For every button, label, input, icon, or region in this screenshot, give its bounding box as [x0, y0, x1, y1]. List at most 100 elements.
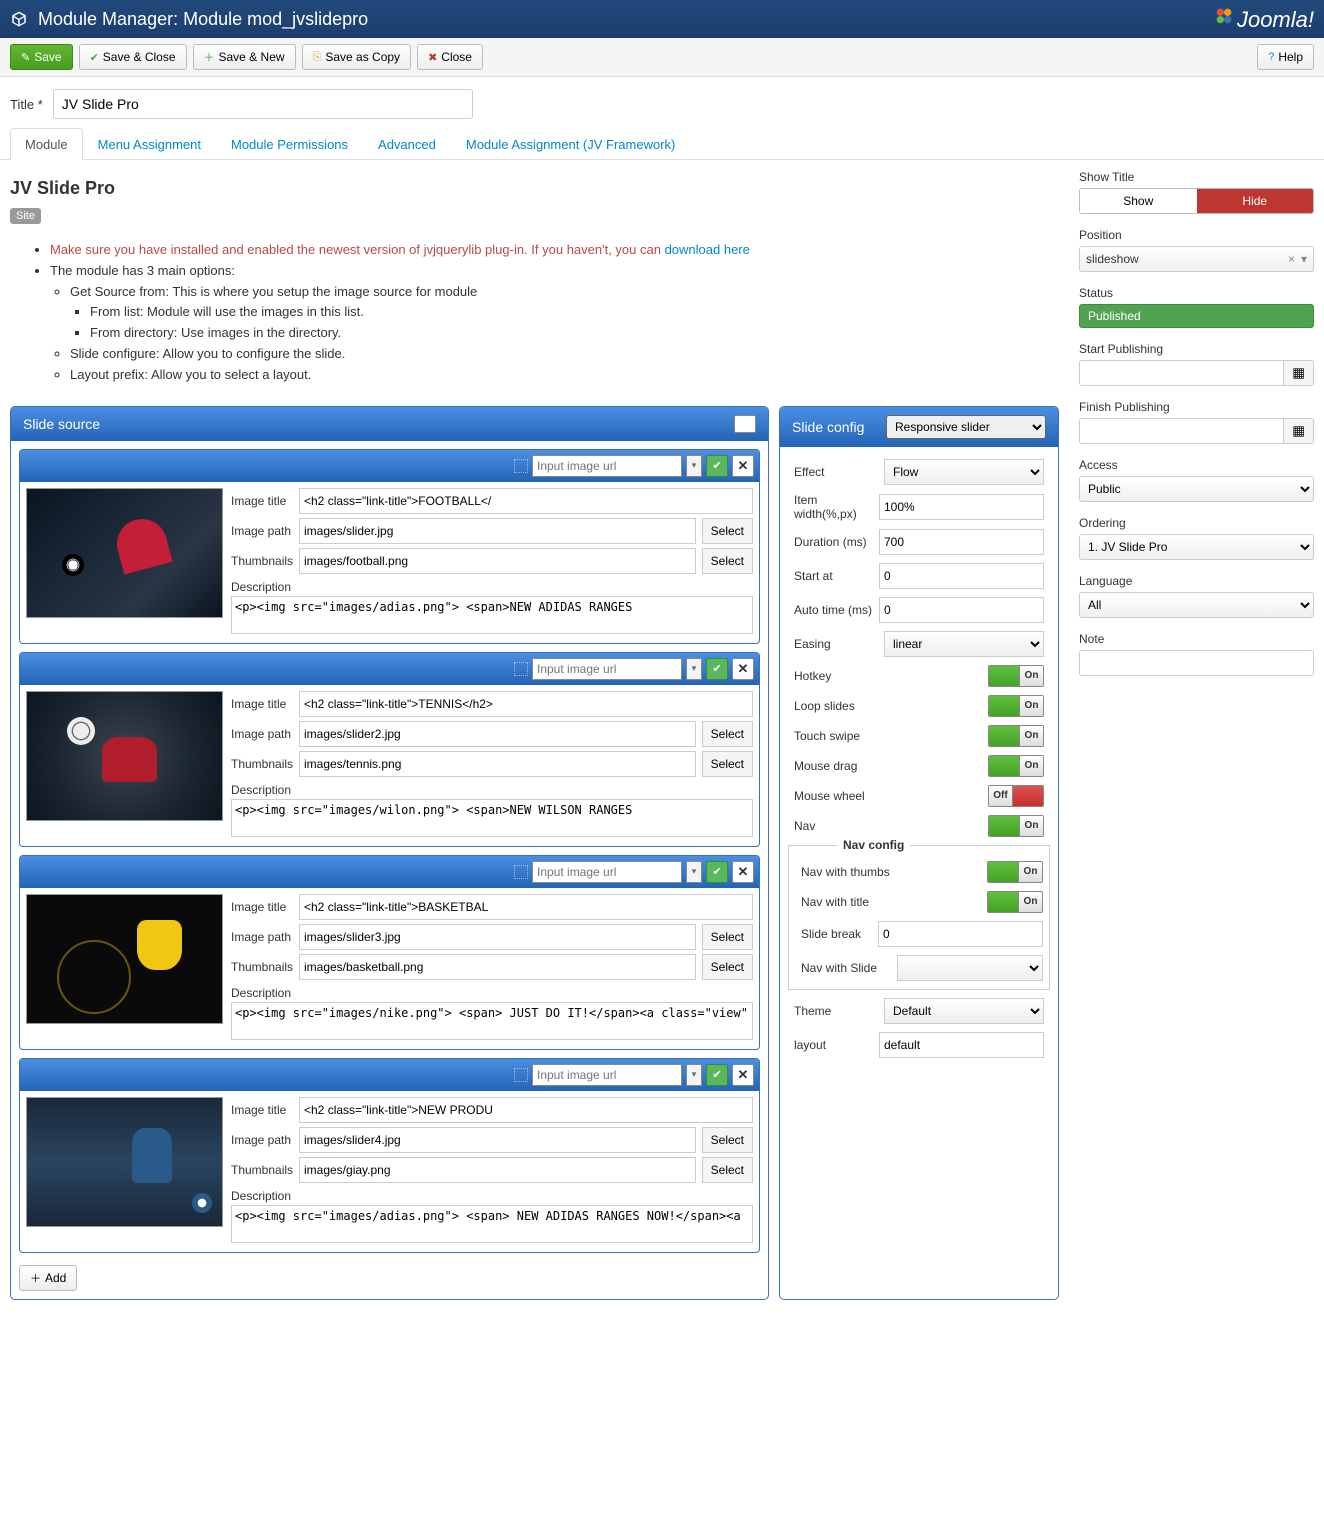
easing-select[interactable]: linear	[884, 631, 1044, 657]
nav-slide-select[interactable]	[897, 955, 1043, 981]
image-url-input[interactable]	[532, 658, 682, 680]
title-label: Title *	[10, 97, 43, 112]
chevron-down-icon[interactable]: ▾	[686, 455, 702, 477]
hide-button[interactable]: Hide	[1197, 189, 1314, 213]
close-button[interactable]: ✖Close	[417, 44, 483, 70]
wheel-toggle[interactable]: Off	[988, 785, 1044, 807]
calendar-icon[interactable]: ▦	[1284, 418, 1314, 444]
select-button[interactable]: Select	[702, 1127, 753, 1153]
select-button[interactable]: Select	[702, 721, 753, 747]
select-button[interactable]: Select	[702, 1157, 753, 1183]
save-new-button[interactable]: ＋Save & New	[193, 44, 296, 70]
language-select[interactable]: All	[1079, 592, 1314, 618]
nav-title-toggle[interactable]: On	[987, 891, 1043, 913]
nav-config-label: Nav config	[837, 838, 910, 852]
panel-toggle-button[interactable]	[734, 415, 756, 433]
tab-advanced[interactable]: Advanced	[363, 128, 451, 160]
duration-input[interactable]	[879, 529, 1044, 555]
help-button[interactable]: ?Help	[1257, 44, 1314, 70]
image-url-input[interactable]	[532, 455, 682, 477]
thumbnails-input[interactable]	[299, 751, 696, 777]
close-icon[interactable]: ✕	[732, 658, 754, 680]
hotkey-toggle[interactable]: On	[988, 665, 1044, 687]
ordering-select[interactable]: 1. JV Slide Pro	[1079, 534, 1314, 560]
close-icon[interactable]: ✕	[732, 1064, 754, 1086]
title-input[interactable]	[53, 89, 473, 119]
add-button[interactable]: ＋ Add	[19, 1265, 77, 1291]
nav-thumbs-toggle[interactable]: On	[987, 861, 1043, 883]
tab-module[interactable]: Module	[10, 128, 83, 160]
image-path-input[interactable]	[299, 721, 696, 747]
cube-icon	[10, 10, 28, 28]
status-value[interactable]: Published	[1079, 304, 1314, 328]
access-select[interactable]: Public	[1079, 476, 1314, 502]
loop-toggle[interactable]: On	[988, 695, 1044, 717]
drag-handle-icon[interactable]	[514, 1068, 528, 1082]
auto-time-input[interactable]	[879, 597, 1044, 623]
save-button[interactable]: ✎Save	[10, 44, 73, 70]
check-icon[interactable]: ✔	[706, 455, 728, 477]
drag-handle-icon[interactable]	[514, 865, 528, 879]
slide-config-panel: Slide config Responsive slider EffectFlo…	[779, 406, 1059, 1300]
select-button[interactable]: Select	[702, 954, 753, 980]
slide-break-input[interactable]	[878, 921, 1043, 947]
image-path-input[interactable]	[299, 924, 696, 950]
description-textarea[interactable]: <p><img src="images/wilon.png"> <span>NE…	[231, 799, 753, 837]
image-title-input[interactable]	[299, 1097, 753, 1123]
thumbnails-input[interactable]	[299, 548, 696, 574]
start-pub-input[interactable]	[1079, 360, 1284, 386]
close-icon[interactable]: ✕	[732, 455, 754, 477]
drag-handle-icon[interactable]	[514, 662, 528, 676]
theme-select[interactable]: Default	[884, 998, 1044, 1024]
drag-toggle[interactable]: On	[988, 755, 1044, 777]
nav-toggle[interactable]: On	[988, 815, 1044, 837]
image-path-input[interactable]	[299, 1127, 696, 1153]
check-icon[interactable]: ✔	[706, 861, 728, 883]
effect-select[interactable]: Flow	[884, 459, 1044, 485]
chevron-down-icon[interactable]: ▾	[686, 861, 702, 883]
select-button[interactable]: Select	[702, 924, 753, 950]
image-title-input[interactable]	[299, 894, 753, 920]
start-at-input[interactable]	[879, 563, 1044, 589]
note-label: Note	[1079, 632, 1314, 646]
image-path-input[interactable]	[299, 518, 696, 544]
close-icon[interactable]: ✕	[732, 861, 754, 883]
image-url-input[interactable]	[532, 861, 682, 883]
item-width-input[interactable]	[879, 494, 1044, 520]
save-close-button[interactable]: ✔Save & Close	[79, 44, 187, 70]
check-icon[interactable]: ✔	[706, 1064, 728, 1086]
download-link[interactable]: download here	[665, 242, 750, 257]
save-copy-button[interactable]: ⎘Save as Copy	[302, 44, 412, 70]
show-button[interactable]: Show	[1080, 189, 1197, 213]
description-textarea[interactable]: <p><img src="images/nike.png"> <span> JU…	[231, 1002, 753, 1040]
note-input[interactable]	[1079, 650, 1314, 676]
image-title-input[interactable]	[299, 488, 753, 514]
calendar-icon[interactable]: ▦	[1284, 360, 1314, 386]
layout-input[interactable]	[879, 1032, 1044, 1058]
chevron-down-icon[interactable]: ▾	[686, 1064, 702, 1086]
tab-module-permissions[interactable]: Module Permissions	[216, 128, 363, 160]
description-textarea[interactable]: <p><img src="images/adias.png"> <span>NE…	[231, 596, 753, 634]
tab-module-assignment-jv[interactable]: Module Assignment (JV Framework)	[451, 128, 691, 160]
select-button[interactable]: Select	[702, 751, 753, 777]
clear-icon[interactable]: ×	[1288, 252, 1295, 266]
thumbnails-input[interactable]	[299, 1157, 696, 1183]
slide-item: ▾ ✔ ✕ Image title Image pathSelect Thumb…	[19, 449, 760, 644]
position-select[interactable]: slideshow ×▾	[1079, 246, 1314, 272]
thumbnails-input[interactable]	[299, 954, 696, 980]
touch-toggle[interactable]: On	[988, 725, 1044, 747]
finish-pub-input[interactable]	[1079, 418, 1284, 444]
slide-thumbnail	[26, 691, 223, 821]
select-button[interactable]: Select	[702, 548, 753, 574]
description-textarea[interactable]: <p><img src="images/adias.png"> <span> N…	[231, 1205, 753, 1243]
image-url-input[interactable]	[532, 1064, 682, 1086]
joomla-logo: Joomla!	[1213, 5, 1314, 33]
chevron-down-icon[interactable]: ▾	[686, 658, 702, 680]
check-icon[interactable]: ✔	[706, 658, 728, 680]
topbar: Module Manager: Module mod_jvslidepro Jo…	[0, 0, 1324, 38]
image-title-input[interactable]	[299, 691, 753, 717]
select-button[interactable]: Select	[702, 518, 753, 544]
tab-menu-assignment[interactable]: Menu Assignment	[83, 128, 216, 160]
slider-type-select[interactable]: Responsive slider	[886, 415, 1046, 439]
drag-handle-icon[interactable]	[514, 459, 528, 473]
